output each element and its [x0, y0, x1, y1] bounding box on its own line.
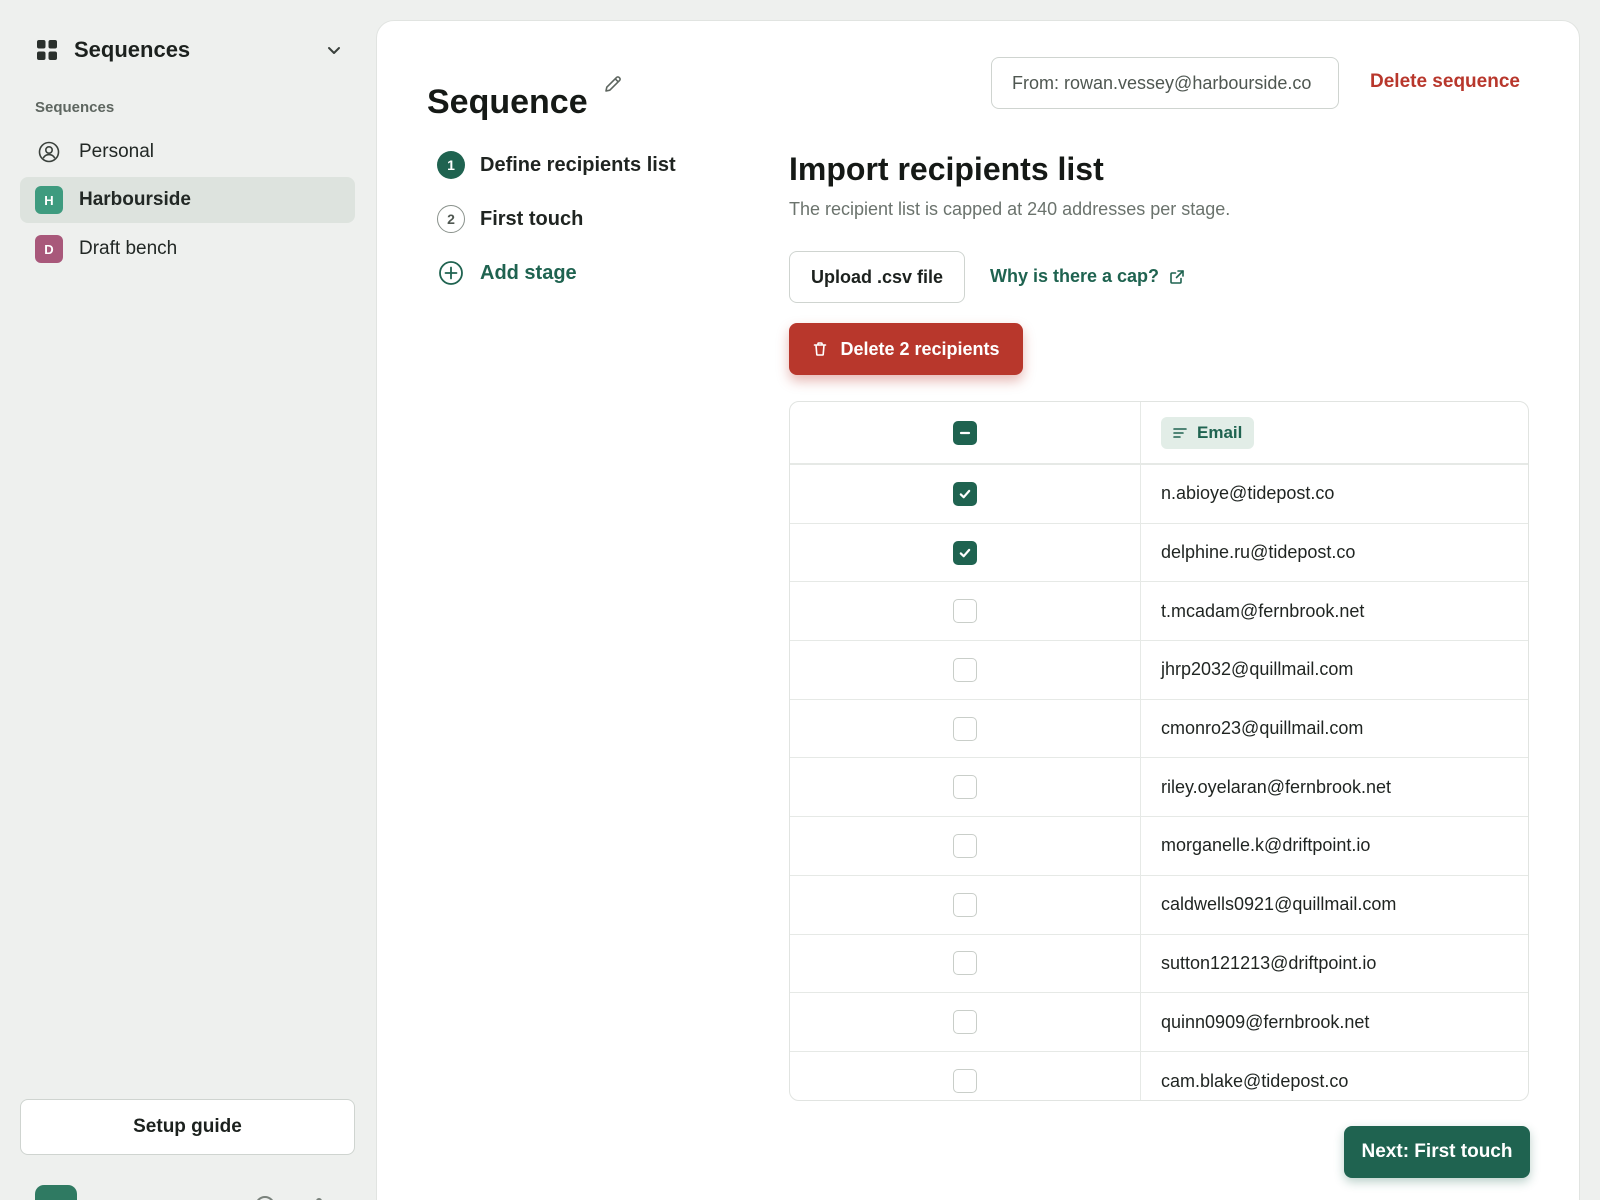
email-cell: cmonro23@quillmail.com — [1161, 718, 1364, 739]
sidebar-item-label: Personal — [79, 141, 154, 162]
upload-csv-button[interactable]: Upload .csv file — [789, 251, 965, 303]
email-cell: n.abioye@tidepost.co — [1161, 483, 1335, 504]
chevron-down-icon — [328, 47, 340, 54]
avatar[interactable] — [35, 1185, 77, 1200]
table-row[interactable]: caldwells0921@quillmail.com — [790, 875, 1528, 935]
help-icon[interactable] — [255, 1196, 275, 1200]
text-lines-icon — [1173, 427, 1187, 438]
email-cell: riley.oyelaran@fernbrook.net — [1161, 776, 1392, 797]
row-checkbox[interactable] — [953, 892, 977, 917]
from-address-field[interactable]: From: rowan.vessey@harbourside.co — [991, 57, 1339, 109]
row-checkbox[interactable] — [953, 716, 977, 741]
step-number: 1 — [437, 151, 465, 179]
table-row[interactable]: sutton121213@driftpoint.io — [790, 934, 1528, 994]
table-row[interactable]: n.abioye@tidepost.co — [790, 465, 1528, 524]
pencil-icon[interactable] — [602, 73, 624, 95]
table-header: Email — [790, 402, 1528, 465]
trash-icon — [814, 342, 827, 356]
sidebar-section-label: Sequences — [35, 99, 115, 116]
table-row[interactable]: cmonro23@quillmail.com — [790, 699, 1528, 759]
table-row[interactable]: riley.oyelaran@fernbrook.net — [790, 758, 1528, 818]
table-row[interactable]: delphine.ru@tidepost.co — [790, 523, 1528, 583]
workspace-title: Sequences — [74, 37, 191, 62]
delete-recipients-label: Delete 2 recipients — [840, 338, 1000, 359]
delete-sequence-button[interactable]: Delete sequence — [1370, 71, 1520, 93]
email-cell: quinn0909@fernbrook.net — [1161, 1011, 1370, 1032]
email-cell: jhrp2032@quillmail.com — [1161, 659, 1354, 680]
section-title: Import recipients list — [789, 151, 1104, 187]
column-header-label: Email — [1197, 422, 1243, 442]
page-title: Sequence — [427, 83, 588, 121]
sidebar-item-personal[interactable]: Personal — [20, 129, 355, 175]
recipients-table: Email n.abioye@tidepost.co delphine.ru@ti… — [789, 401, 1529, 1101]
email-column-header[interactable]: Email — [1161, 416, 1255, 449]
email-cell: t.mcadam@fernbrook.net — [1161, 600, 1365, 621]
cap-info-link[interactable]: Why is there a cap? — [990, 266, 1185, 287]
email-cell: sutton121213@driftpoint.io — [1161, 952, 1377, 973]
add-stage-button[interactable]: Add stage — [437, 259, 577, 287]
email-cell: morganelle.k@driftpoint.io — [1161, 835, 1371, 856]
sidebar-item-label: Harbourside — [79, 189, 191, 210]
sidebar-item-harbourside[interactable]: H Harbourside — [20, 177, 355, 223]
table-body: n.abioye@tidepost.co delphine.ru@tidepost… — [790, 465, 1528, 1100]
step-label: First touch — [480, 207, 584, 230]
step-first-touch[interactable]: 2 First touch — [437, 205, 583, 233]
next-first-touch-button[interactable]: Next: First touch — [1344, 1126, 1530, 1178]
workspace-badge: D — [35, 235, 63, 263]
plus-circle-icon — [439, 261, 463, 285]
row-checkbox[interactable] — [953, 775, 977, 800]
table-row[interactable]: morganelle.k@driftpoint.io — [790, 817, 1528, 876]
minus-icon — [959, 431, 971, 434]
grid-icon — [37, 40, 57, 60]
step-label: Add stage — [480, 261, 577, 284]
table-row[interactable]: cam.blake@tidepost.co — [790, 1051, 1528, 1100]
row-checkbox[interactable] — [953, 657, 977, 682]
row-checkbox[interactable] — [953, 951, 977, 976]
row-checkbox[interactable] — [953, 833, 977, 858]
row-checkbox[interactable] — [953, 1069, 977, 1094]
step-define-recipients[interactable]: 1 Define recipients list — [437, 151, 676, 179]
select-all-checkbox[interactable] — [953, 420, 977, 445]
table-row[interactable]: quinn0909@fernbrook.net — [790, 993, 1528, 1052]
row-checkbox[interactable] — [953, 1010, 977, 1035]
cap-link-label: Why is there a cap? — [990, 266, 1160, 286]
table-row[interactable]: jhrp2032@quillmail.com — [790, 641, 1528, 700]
section-description: The recipient list is capped at 240 addr… — [789, 199, 1231, 219]
email-cell: delphine.ru@tidepost.co — [1161, 542, 1356, 563]
step-label: Define recipients list — [480, 153, 676, 176]
main-card: Sequence From: rowan.vessey@harbourside.… — [376, 20, 1580, 1200]
email-cell: cam.blake@tidepost.co — [1161, 1070, 1349, 1091]
sidebar: Sequences Sequences Personal H Harboursi… — [0, 0, 375, 1200]
user-circle-icon — [38, 141, 60, 163]
row-checkbox[interactable] — [953, 481, 977, 506]
workspace-badge: H — [35, 186, 63, 214]
sidebar-item-draft-bench[interactable]: D Draft bench — [20, 226, 355, 272]
delete-recipients-button[interactable]: Delete 2 recipients — [789, 323, 1023, 375]
sidebar-item-label: Draft bench — [79, 238, 178, 259]
row-checkbox[interactable] — [953, 540, 977, 565]
table-row[interactable]: t.mcadam@fernbrook.net — [790, 582, 1528, 642]
row-checkbox[interactable] — [953, 599, 977, 624]
email-cell: caldwells0921@quillmail.com — [1161, 894, 1397, 915]
step-number: 2 — [437, 205, 465, 233]
setup-guide-button[interactable]: Setup guide — [20, 1099, 355, 1155]
check-icon — [959, 548, 971, 557]
external-link-icon — [1170, 269, 1184, 284]
workspace-switcher[interactable]: Sequences — [28, 30, 350, 70]
check-icon — [959, 489, 971, 499]
